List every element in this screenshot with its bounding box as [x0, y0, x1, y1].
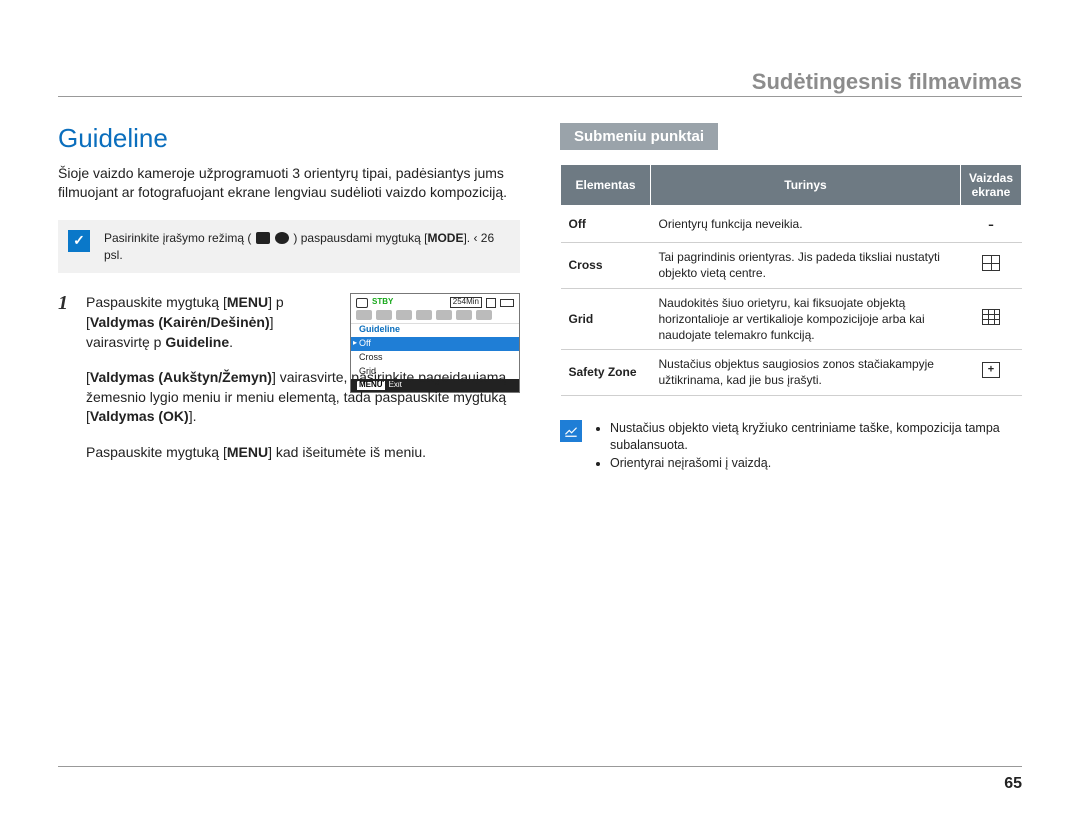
submenu-heading: Submeniu punktai — [560, 123, 718, 150]
note-item: Nustačius objekto vietą kryžiuko centrin… — [610, 420, 1022, 455]
th-element: Elementas — [561, 165, 651, 206]
lcd-row: Cross — [351, 351, 519, 365]
table-row: Off Orientyrų funkcija neveikia. - — [561, 206, 1022, 243]
table-row: Safety Zone Nustačius objektus saugiosio… — [561, 350, 1022, 395]
right-column: Submeniu punktai Elementas Turinys Vaizd… — [560, 123, 1022, 479]
tip-mode: MODE — [427, 231, 463, 245]
cell-elem: Cross — [561, 243, 651, 288]
check-icon — [68, 230, 90, 252]
intro-text: Šioje vaizdo kameroje užprogramuoti 3 or… — [58, 164, 520, 202]
cell-icon — [960, 350, 1021, 395]
page-title: Guideline — [58, 123, 520, 154]
cell-elem: Off — [561, 206, 651, 243]
th-icon: Vaizdas ekrane — [960, 165, 1021, 206]
rec-icon — [356, 298, 368, 308]
page-number: 65 — [1004, 775, 1022, 793]
left-column: Guideline Šioje vaizdo kameroje užprogra… — [58, 123, 520, 479]
step-3: Paspauskite mygtuką [MENU] kad išeitumėt… — [58, 443, 520, 463]
cell-desc: Nustačius objektus saugiosios zonos stač… — [651, 350, 961, 395]
stby-label: STBY — [372, 298, 393, 307]
table-row: Grid Naudokitės šiuo orietyru, kai fiksu… — [561, 288, 1022, 350]
bottom-rule — [58, 766, 1022, 767]
step-2: [Valdymas (Aukštyn/Žemyn)] vairasvirte, … — [58, 368, 520, 427]
section-title: Sudėtingesnis filmavimas — [752, 69, 1022, 95]
step-1: 1 Paspauskite mygtuką [MENU] p [Valdymas… — [58, 293, 520, 352]
tip-box: Pasirinkite įrašymo režimą ( ) paspausda… — [58, 220, 520, 274]
th-content: Turinys — [651, 165, 961, 206]
tip-text-mid: ) paspausdami mygtuką [ — [293, 231, 427, 245]
cell-desc: Tai pagrindinis orientyras. Jis padeda t… — [651, 243, 961, 288]
step-body: Paspauskite mygtuką [MENU] kad išeitumėt… — [86, 443, 520, 463]
cell-desc: Naudokitės šiuo orietyru, kai fiksuojate… — [651, 288, 961, 350]
card-icon — [486, 298, 496, 308]
cell-desc: Orientyrų funkcija neveikia. — [651, 206, 961, 243]
time-label: 254Min — [450, 297, 482, 308]
cell-elem: Safety Zone — [561, 350, 651, 395]
submenu-table: Elementas Turinys Vaizdas ekrane Off Ori… — [560, 164, 1022, 396]
safety-zone-icon — [982, 362, 1000, 378]
video-icon — [256, 232, 270, 244]
note-icon — [560, 420, 582, 442]
step-number: 1 — [58, 293, 76, 313]
lcd-menu-title: Guideline — [351, 323, 519, 337]
battery-icon — [500, 299, 514, 307]
cell-icon — [960, 243, 1021, 288]
cell-icon: - — [960, 206, 1021, 243]
cell-elem: Grid — [561, 288, 651, 350]
table-row: Cross Tai pagrindinis orientyras. Jis pa… — [561, 243, 1022, 288]
note-box: Nustačius objekto vietą kryžiuko centrin… — [560, 420, 1022, 473]
grid-icon — [982, 309, 1000, 325]
note-item: Orientyrai neįrašomi į vaizdą. — [610, 455, 1022, 473]
cross-icon — [982, 255, 1000, 271]
steps-list: 1 Paspauskite mygtuką [MENU] p [Valdymas… — [58, 293, 520, 462]
lcd-row-selected: Off — [351, 337, 519, 351]
note-list: Nustačius objekto vietą kryžiuko centrin… — [592, 420, 1022, 473]
lcd-icon-row — [351, 310, 519, 323]
cell-icon — [960, 288, 1021, 350]
step-body: [Valdymas (Aukštyn/Žemyn)] vairasvirte, … — [86, 368, 520, 427]
photo-icon — [275, 232, 289, 244]
tip-text-prefix: Pasirinkite įrašymo režimą ( — [104, 231, 251, 245]
